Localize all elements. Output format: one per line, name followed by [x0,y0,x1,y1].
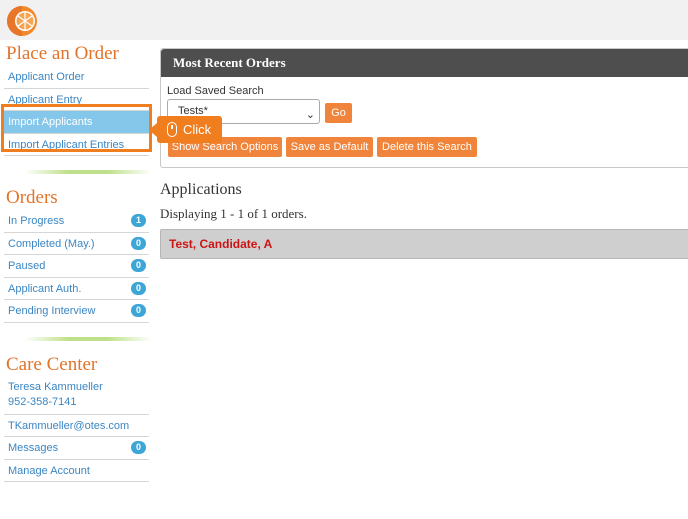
recent-orders-panel: Most Recent Orders Load Saved Search Tes… [160,48,688,168]
sidebar-item-label: Completed (May.) [8,237,95,250]
applicant-name-link[interactable]: Test, Candidate, A [169,237,272,251]
click-callout: Click [149,116,222,143]
applications-count: Displaying 1 - 1 of 1 orders. [160,206,307,221]
sidebar-item-label: Paused [8,260,46,272]
count-badge: 0 [131,259,146,272]
sidebar-item-pending-interview[interactable]: Pending Interview 0 [4,300,149,323]
contact-name: Teresa Kammueller [8,380,103,393]
orange-slice-logo-icon[interactable] [6,5,38,37]
sidebar-item-label: In Progress [8,215,65,227]
contact-email-link[interactable]: TKammueller@otes.com [4,415,149,437]
sidebar-item-paused[interactable]: Paused 0 [4,255,149,278]
table-row[interactable]: Test, Candidate, A [160,229,688,259]
count-badge: 1 [131,214,146,227]
care-center-title: Care Center [6,353,98,375]
contact-phone: 952-358-7141 [8,395,77,408]
top-bar [0,0,688,40]
section-divider [24,170,152,174]
save-as-default-button[interactable]: Save as Default [286,137,373,157]
count-badge: 0 [131,304,146,317]
count-badge: 0 [131,236,146,250]
sidebar-item-label: Messages [8,442,59,454]
sidebar-item-applicant-auth[interactable]: Applicant Auth. 0 [4,278,149,300]
highlight-outline [1,104,152,152]
callout-label: Click [183,122,212,137]
orders-list: In Progress 1 Completed (May.) 0 Paused … [4,210,149,323]
delete-search-button[interactable]: Delete this Search [377,137,477,157]
contact-info: Teresa Kammueller 952-358-7141 [4,377,149,415]
sidebar-item-label: Applicant Auth. [8,282,82,295]
panel-title: Most Recent Orders [161,49,688,77]
place-order-title: Place an Order [6,43,119,64]
sidebar-item-messages[interactable]: Messages 0 [4,437,149,460]
sidebar-item-label: Pending Interview [8,305,96,317]
count-badge: 0 [131,441,146,454]
load-saved-search-label: Load Saved Search [167,85,264,97]
section-divider [24,336,152,341]
sidebar-item-completed[interactable]: Completed (May.) 0 [4,233,149,255]
count-badge: 0 [131,281,146,295]
mouse-icon [167,122,177,137]
orders-title: Orders [6,187,58,208]
chevron-down-icon: ⌄ [305,109,315,121]
sidebar-item-in-progress[interactable]: In Progress 1 [4,210,149,233]
care-center-list: Teresa Kammueller 952-358-7141 TKammuell… [4,377,149,482]
applications-title: Applications [160,181,242,198]
go-button[interactable]: Go [325,103,352,123]
sidebar-item-applicant-order[interactable]: Applicant Order [4,66,149,89]
sidebar-item-manage-account[interactable]: Manage Account [4,460,149,482]
